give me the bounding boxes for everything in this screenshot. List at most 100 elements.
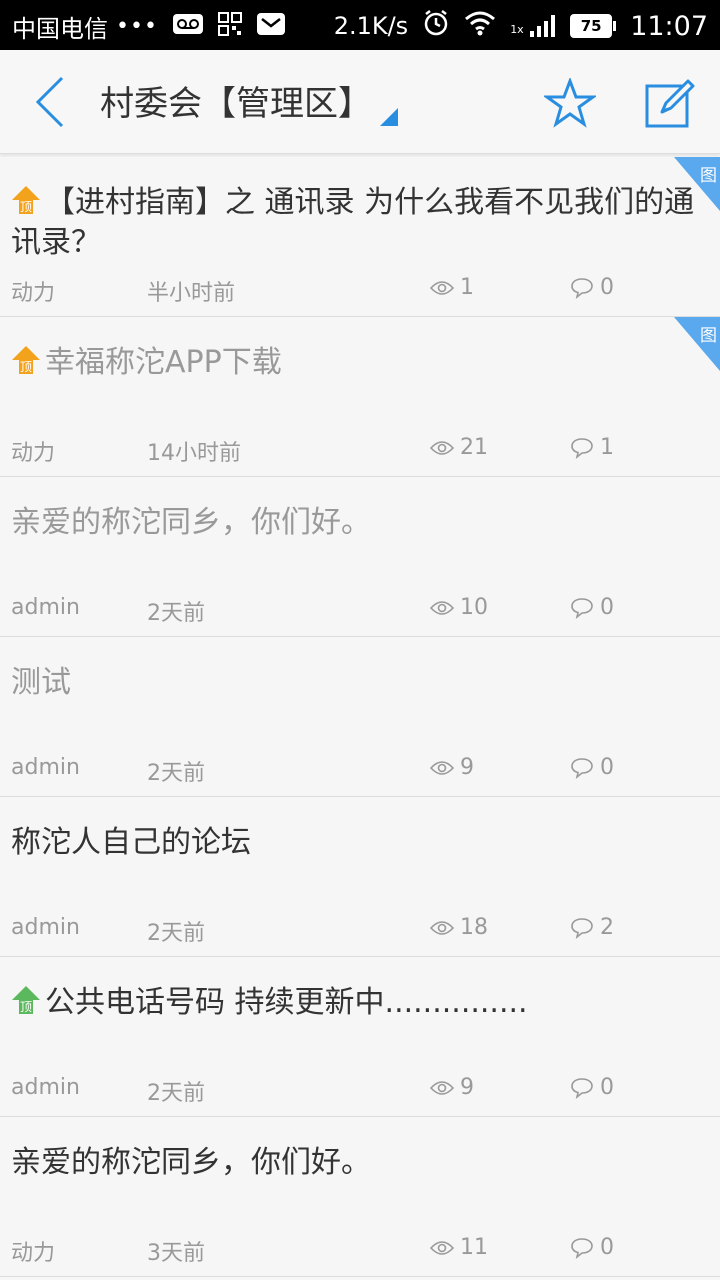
view-count-value: 10 xyxy=(460,595,488,620)
post-item-4[interactable]: 测试 admin 2天前 9 0 xyxy=(0,637,720,797)
post-title-text: 亲爱的称沱同乡，你们好。 xyxy=(11,1145,371,1180)
post-meta: 动力 3天前 11 0 xyxy=(0,1235,720,1266)
app-bar: 村委会【管理区】 xyxy=(0,50,720,154)
pinned-icon: 顶 xyxy=(11,344,41,376)
eye-icon xyxy=(430,920,454,935)
view-count-value: 21 xyxy=(460,435,488,460)
pinned-label: 顶 xyxy=(20,360,32,374)
back-arrow-icon xyxy=(35,76,64,128)
view-count: 11 xyxy=(430,1235,488,1260)
post-title: 顶公共电话号码 持续更新中............... xyxy=(11,983,710,1023)
post-author: admin xyxy=(11,1075,80,1100)
wifi-icon xyxy=(464,10,496,42)
post-item-3[interactable]: 亲爱的称沱同乡，你们好。 admin 2天前 10 0 xyxy=(0,477,720,637)
post-time: 2天前 xyxy=(147,921,205,946)
network-type-label: 1x xyxy=(510,23,524,36)
clock: 11:07 xyxy=(630,10,708,42)
image-tag-badge: 图 xyxy=(674,157,720,211)
view-count: 1 xyxy=(430,275,474,300)
back-button[interactable] xyxy=(26,74,76,130)
view-count: 10 xyxy=(430,595,488,620)
comment-count-value: 0 xyxy=(600,755,614,780)
comment-icon xyxy=(571,1237,593,1259)
comment-icon xyxy=(571,277,593,299)
comment-icon xyxy=(571,1077,593,1099)
comment-count: 0 xyxy=(570,755,614,780)
eye-icon xyxy=(430,1080,454,1095)
battery-indicator: 75 xyxy=(570,14,617,38)
post-author: admin xyxy=(11,755,80,780)
favorite-button[interactable] xyxy=(542,76,598,128)
image-tag-label: 图 xyxy=(700,326,717,346)
alarm-icon xyxy=(422,9,450,43)
comment-icon xyxy=(571,437,593,459)
view-count-value: 9 xyxy=(460,1075,474,1100)
dropdown-triangle-icon[interactable] xyxy=(380,108,398,126)
post-list: 顶【进村指南】之 通讯录 为什么我看不见我们的通讯录？ 动力 半小时前 1 0 … xyxy=(0,157,720,1277)
eye-icon xyxy=(430,1240,454,1255)
post-time: 2天前 xyxy=(147,1081,205,1106)
image-tag-label: 图 xyxy=(700,166,717,186)
post-item-2[interactable]: 顶幸福称沱APP下载 动力 14小时前 21 1 图 xyxy=(0,317,720,477)
view-count: 18 xyxy=(430,915,488,940)
comment-count: 0 xyxy=(570,1075,614,1100)
view-count-value: 9 xyxy=(460,755,474,780)
qr-code-icon xyxy=(217,11,242,42)
pinned-icon: 顶 xyxy=(11,984,41,1016)
voicemail-icon xyxy=(172,13,204,41)
new-post-button[interactable] xyxy=(644,78,696,130)
post-item-7[interactable]: 亲爱的称沱同乡，你们好。 动力 3天前 11 0 xyxy=(0,1117,720,1277)
eye-icon xyxy=(430,280,454,295)
post-title-text: 公共电话号码 持续更新中............... xyxy=(45,985,528,1020)
post-item-1[interactable]: 顶【进村指南】之 通讯录 为什么我看不见我们的通讯录？ 动力 半小时前 1 0 … xyxy=(0,157,720,317)
comment-count-value: 2 xyxy=(600,915,614,940)
post-meta: 动力 半小时前 1 0 xyxy=(0,275,720,306)
post-time: 半小时前 xyxy=(147,281,236,306)
signal-dots: ••• xyxy=(116,14,158,39)
edit-icon xyxy=(645,79,695,128)
post-title-text: 【进村指南】之 通讯录 为什么我看不见我们的通讯录？ xyxy=(11,185,695,260)
carrier-name: 中国电信 xyxy=(12,15,108,43)
star-icon xyxy=(542,76,598,128)
comment-count-value: 0 xyxy=(600,1235,614,1260)
post-item-6[interactable]: 顶公共电话号码 持续更新中............... admin 2天前 9… xyxy=(0,957,720,1117)
pinned-label: 顶 xyxy=(20,1000,32,1014)
post-title-text: 测试 xyxy=(11,665,71,700)
comment-count: 0 xyxy=(570,1235,614,1260)
view-count-value: 18 xyxy=(460,915,488,940)
view-count-value: 11 xyxy=(460,1235,488,1260)
post-author: admin xyxy=(11,915,80,940)
post-title: 顶幸福称沱APP下载 xyxy=(11,343,710,383)
post-author: 动力 xyxy=(11,1241,56,1266)
view-count: 9 xyxy=(430,1075,474,1100)
post-author: 动力 xyxy=(11,441,56,466)
comment-count: 1 xyxy=(570,435,614,460)
post-title-text: 称沱人自己的论坛 xyxy=(11,825,251,860)
pinned-icon: 顶 xyxy=(11,184,41,216)
post-meta: admin 2天前 18 2 xyxy=(0,915,720,946)
post-meta: admin 2天前 9 0 xyxy=(0,1075,720,1106)
comment-count-value: 0 xyxy=(600,275,614,300)
post-time: 2天前 xyxy=(147,761,205,786)
net-speed: 2.1K/s xyxy=(333,12,409,40)
image-tag-badge: 图 xyxy=(674,317,720,371)
post-time: 14小时前 xyxy=(147,441,241,466)
view-count-value: 1 xyxy=(460,275,474,300)
eye-icon xyxy=(430,600,454,615)
post-title: 亲爱的称沱同乡，你们好。 xyxy=(11,503,710,543)
post-title: 称沱人自己的论坛 xyxy=(11,823,710,863)
comment-count-value: 1 xyxy=(600,435,614,460)
post-author: 动力 xyxy=(11,281,56,306)
comment-count: 2 xyxy=(570,915,614,940)
post-meta: admin 2天前 10 0 xyxy=(0,595,720,626)
status-bar: 中国电信 ••• 2.1K/s 1x 75 11:07 xyxy=(0,0,720,50)
post-item-5[interactable]: 称沱人自己的论坛 admin 2天前 18 2 xyxy=(0,797,720,957)
post-title: 测试 xyxy=(11,663,710,703)
comment-count-value: 0 xyxy=(600,1075,614,1100)
comment-count-value: 0 xyxy=(600,595,614,620)
comment-icon xyxy=(571,757,593,779)
mail-icon xyxy=(256,12,286,42)
post-title: 顶【进村指南】之 通讯录 为什么我看不见我们的通讯录？ xyxy=(11,183,710,263)
page-title[interactable]: 村委会【管理区】 xyxy=(100,76,372,125)
view-count: 9 xyxy=(430,755,474,780)
